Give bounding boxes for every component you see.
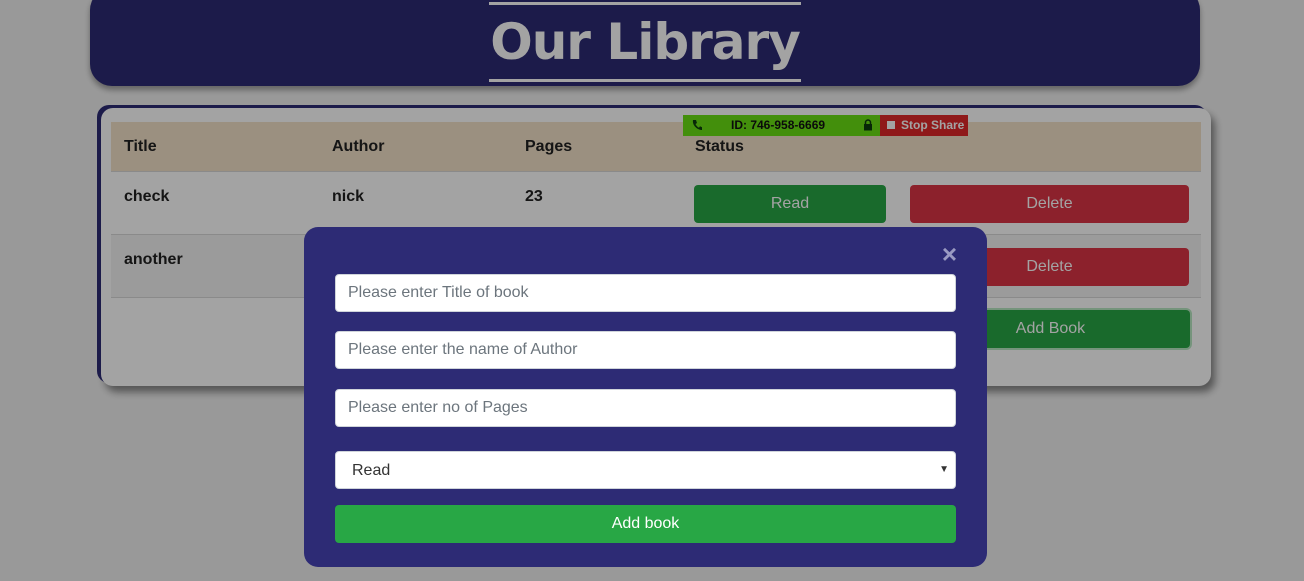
submit-add-book-button[interactable]: Add book bbox=[335, 505, 956, 543]
add-book-modal: × Read ▼ Add book bbox=[304, 227, 987, 567]
status-select-value: Read bbox=[352, 462, 391, 479]
book-author-input[interactable] bbox=[335, 331, 956, 369]
chevron-down-icon: ▼ bbox=[939, 464, 949, 475]
status-select[interactable]: Read ▼ bbox=[335, 451, 956, 489]
close-icon[interactable]: × bbox=[942, 241, 957, 267]
book-pages-input[interactable] bbox=[335, 389, 956, 427]
book-title-input[interactable] bbox=[335, 274, 956, 312]
